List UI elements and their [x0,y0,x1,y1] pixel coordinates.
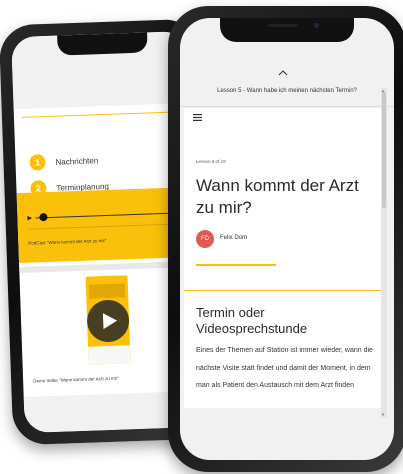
section-title: Termin oder Videosprechstunde [196,305,308,336]
thumbnail-footer [87,345,131,365]
avatar: FD [196,230,214,248]
scroll-up-arrow-icon[interactable]: ▲ [381,88,385,93]
podcast-separator [27,223,188,230]
podcast-caption: PodCast "Wann kommt der Arzt zu mir" [28,237,107,246]
lesson-count: Lesson 6 of 19 [196,159,226,164]
nav-item-nachrichten[interactable]: 1 Nachrichten [29,152,99,171]
audio-progress-handle[interactable] [39,213,48,222]
body-text: Eines der Themen auf Station ist immer w… [196,347,373,389]
front-camera [314,23,319,28]
page-title: Wann kommt der Arzt zu mir? [196,176,359,217]
hamburger-menu-icon[interactable] [193,114,202,121]
lesson-header-bar[interactable]: Lesson 5 - Wann habe ich meinen nächsten… [180,66,394,107]
phone-notch [220,18,354,42]
front-phone-mockup: Lesson 5 - Wann habe ich meinen nächsten… [168,6,403,472]
chevron-up-icon[interactable] [278,70,288,76]
lesson-header-title: Lesson 5 - Wann habe ich meinen nächsten… [217,88,357,94]
title-underline [196,264,276,266]
front-phone-screen: Lesson 5 - Wann habe ich meinen nächsten… [180,18,394,460]
speaker-grille [268,24,298,27]
play-icon [102,313,117,330]
audio-progress-track[interactable] [35,212,186,219]
scroll-down-arrow-icon[interactable]: ▼ [381,412,385,417]
section-divider [184,290,382,291]
scrollbar-thumb[interactable] [382,92,386,208]
thumbnail-image [88,283,126,299]
audio-play-icon[interactable]: ▶ [27,215,32,222]
author-name: Felix Dorn [220,235,248,241]
video-caption: Demo Video "Wann kommt der Arzt zu mir" [33,375,119,384]
number-badge: 1 [29,154,46,171]
phone-notch [57,32,148,56]
top-divider [21,111,182,118]
nav-item-label: Nachrichten [55,155,99,167]
